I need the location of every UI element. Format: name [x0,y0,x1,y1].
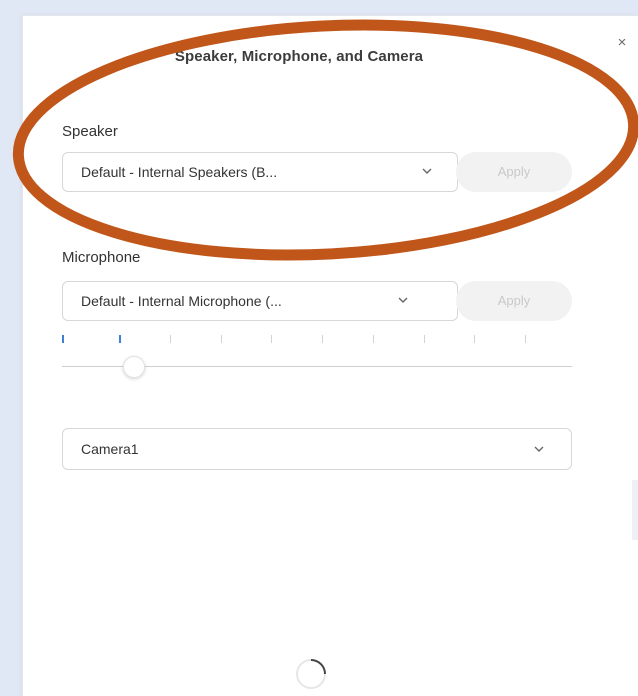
speaker-select[interactable]: Default - Internal Speakers (B... [62,152,458,192]
speaker-selected-value: Default - Internal Speakers (B... [81,164,278,180]
scroll-edge [632,480,638,540]
microphone-volume-slider[interactable] [62,356,572,378]
microphone-level-meter [62,332,576,346]
microphone-select[interactable]: Default - Internal Microphone (... [62,281,458,321]
level-tick [373,335,374,343]
chevron-down-icon [422,168,432,174]
level-tick [170,335,171,343]
chevron-down-icon [398,297,408,303]
microphone-apply-button[interactable]: Apply [456,281,572,321]
close-icon[interactable]: × [611,32,633,54]
level-tick [271,335,272,343]
dialog-title: Speaker, Microphone, and Camera [174,48,424,65]
speaker-label: Speaker [62,123,118,140]
level-tick [221,335,222,343]
camera-select[interactable]: Camera1 [62,428,572,470]
level-tick [525,335,526,343]
loading-spinner-icon [296,659,326,689]
level-tick [62,335,64,343]
chevron-down-icon [534,446,544,452]
level-tick [474,335,475,343]
slider-thumb[interactable] [123,356,145,378]
level-tick [322,335,323,343]
level-tick [424,335,425,343]
microphone-label: Microphone [62,249,141,266]
speaker-apply-button[interactable]: Apply [456,152,572,192]
level-tick [119,335,121,343]
camera-selected-value: Camera1 [81,441,139,457]
microphone-selected-value: Default - Internal Microphone (... [81,293,282,309]
